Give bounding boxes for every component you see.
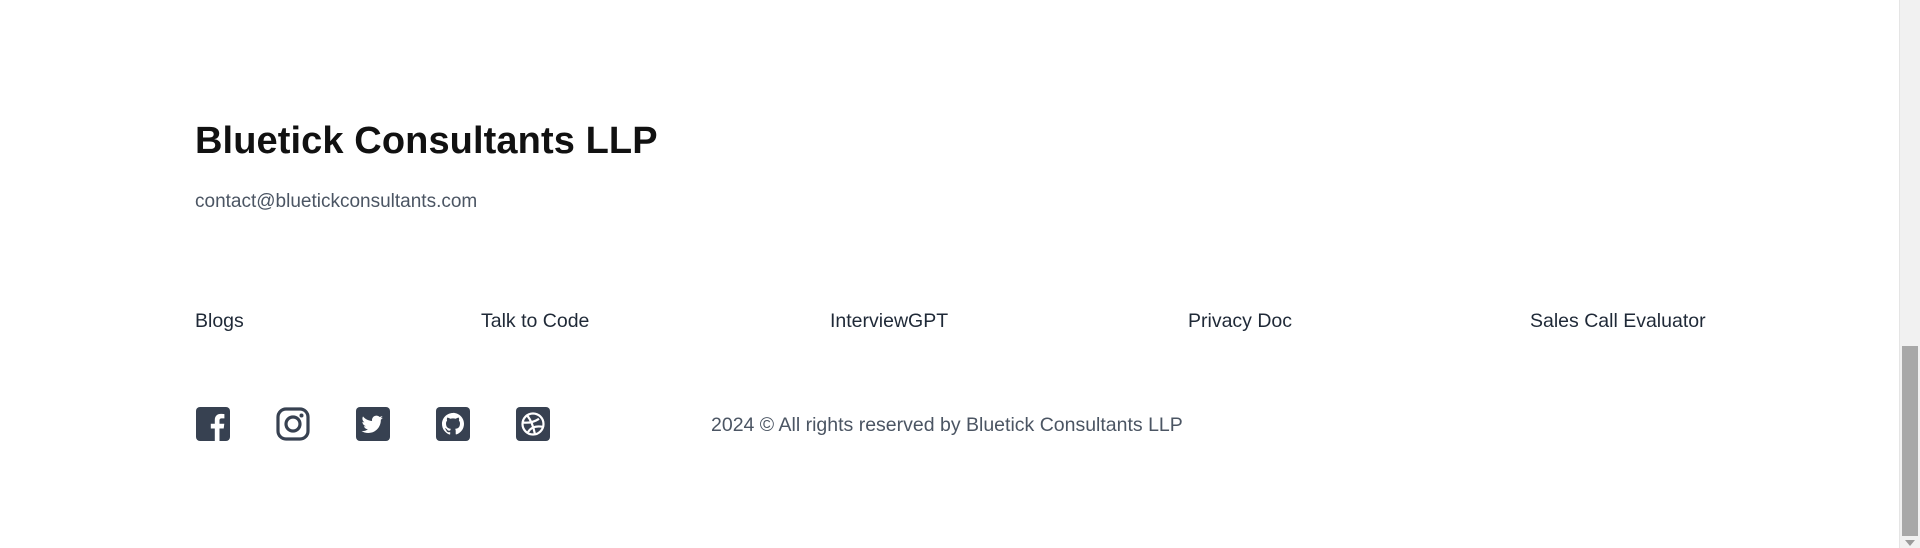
facebook-icon[interactable]: [195, 406, 231, 442]
nav-link-blogs[interactable]: Blogs: [195, 310, 244, 333]
dribbble-icon[interactable]: [515, 406, 551, 442]
github-icon[interactable]: [435, 406, 471, 442]
twitter-icon[interactable]: [355, 406, 391, 442]
nav-link-interviewgpt[interactable]: InterviewGPT: [830, 310, 948, 333]
nav-link-privacy-doc[interactable]: Privacy Doc: [1188, 310, 1292, 333]
site-footer: Bluetick Consultants LLP contact@bluetic…: [195, 0, 1715, 548]
scroll-down-arrow-icon[interactable]: [1905, 540, 1915, 546]
nav-link-sales-call-evaluator[interactable]: Sales Call Evaluator: [1530, 310, 1706, 333]
copyright-text: 2024 © All rights reserved by Bluetick C…: [711, 414, 1183, 436]
contact-email-link[interactable]: contact@bluetickconsultants.com: [195, 191, 477, 213]
company-name: Bluetick Consultants LLP: [195, 120, 658, 162]
vertical-scrollbar[interactable]: [1899, 0, 1920, 548]
nav-link-talk-to-code[interactable]: Talk to Code: [481, 310, 589, 333]
instagram-icon[interactable]: [275, 406, 311, 442]
scrollbar-thumb[interactable]: [1902, 346, 1918, 536]
page: Bluetick Consultants LLP contact@bluetic…: [0, 0, 1920, 548]
